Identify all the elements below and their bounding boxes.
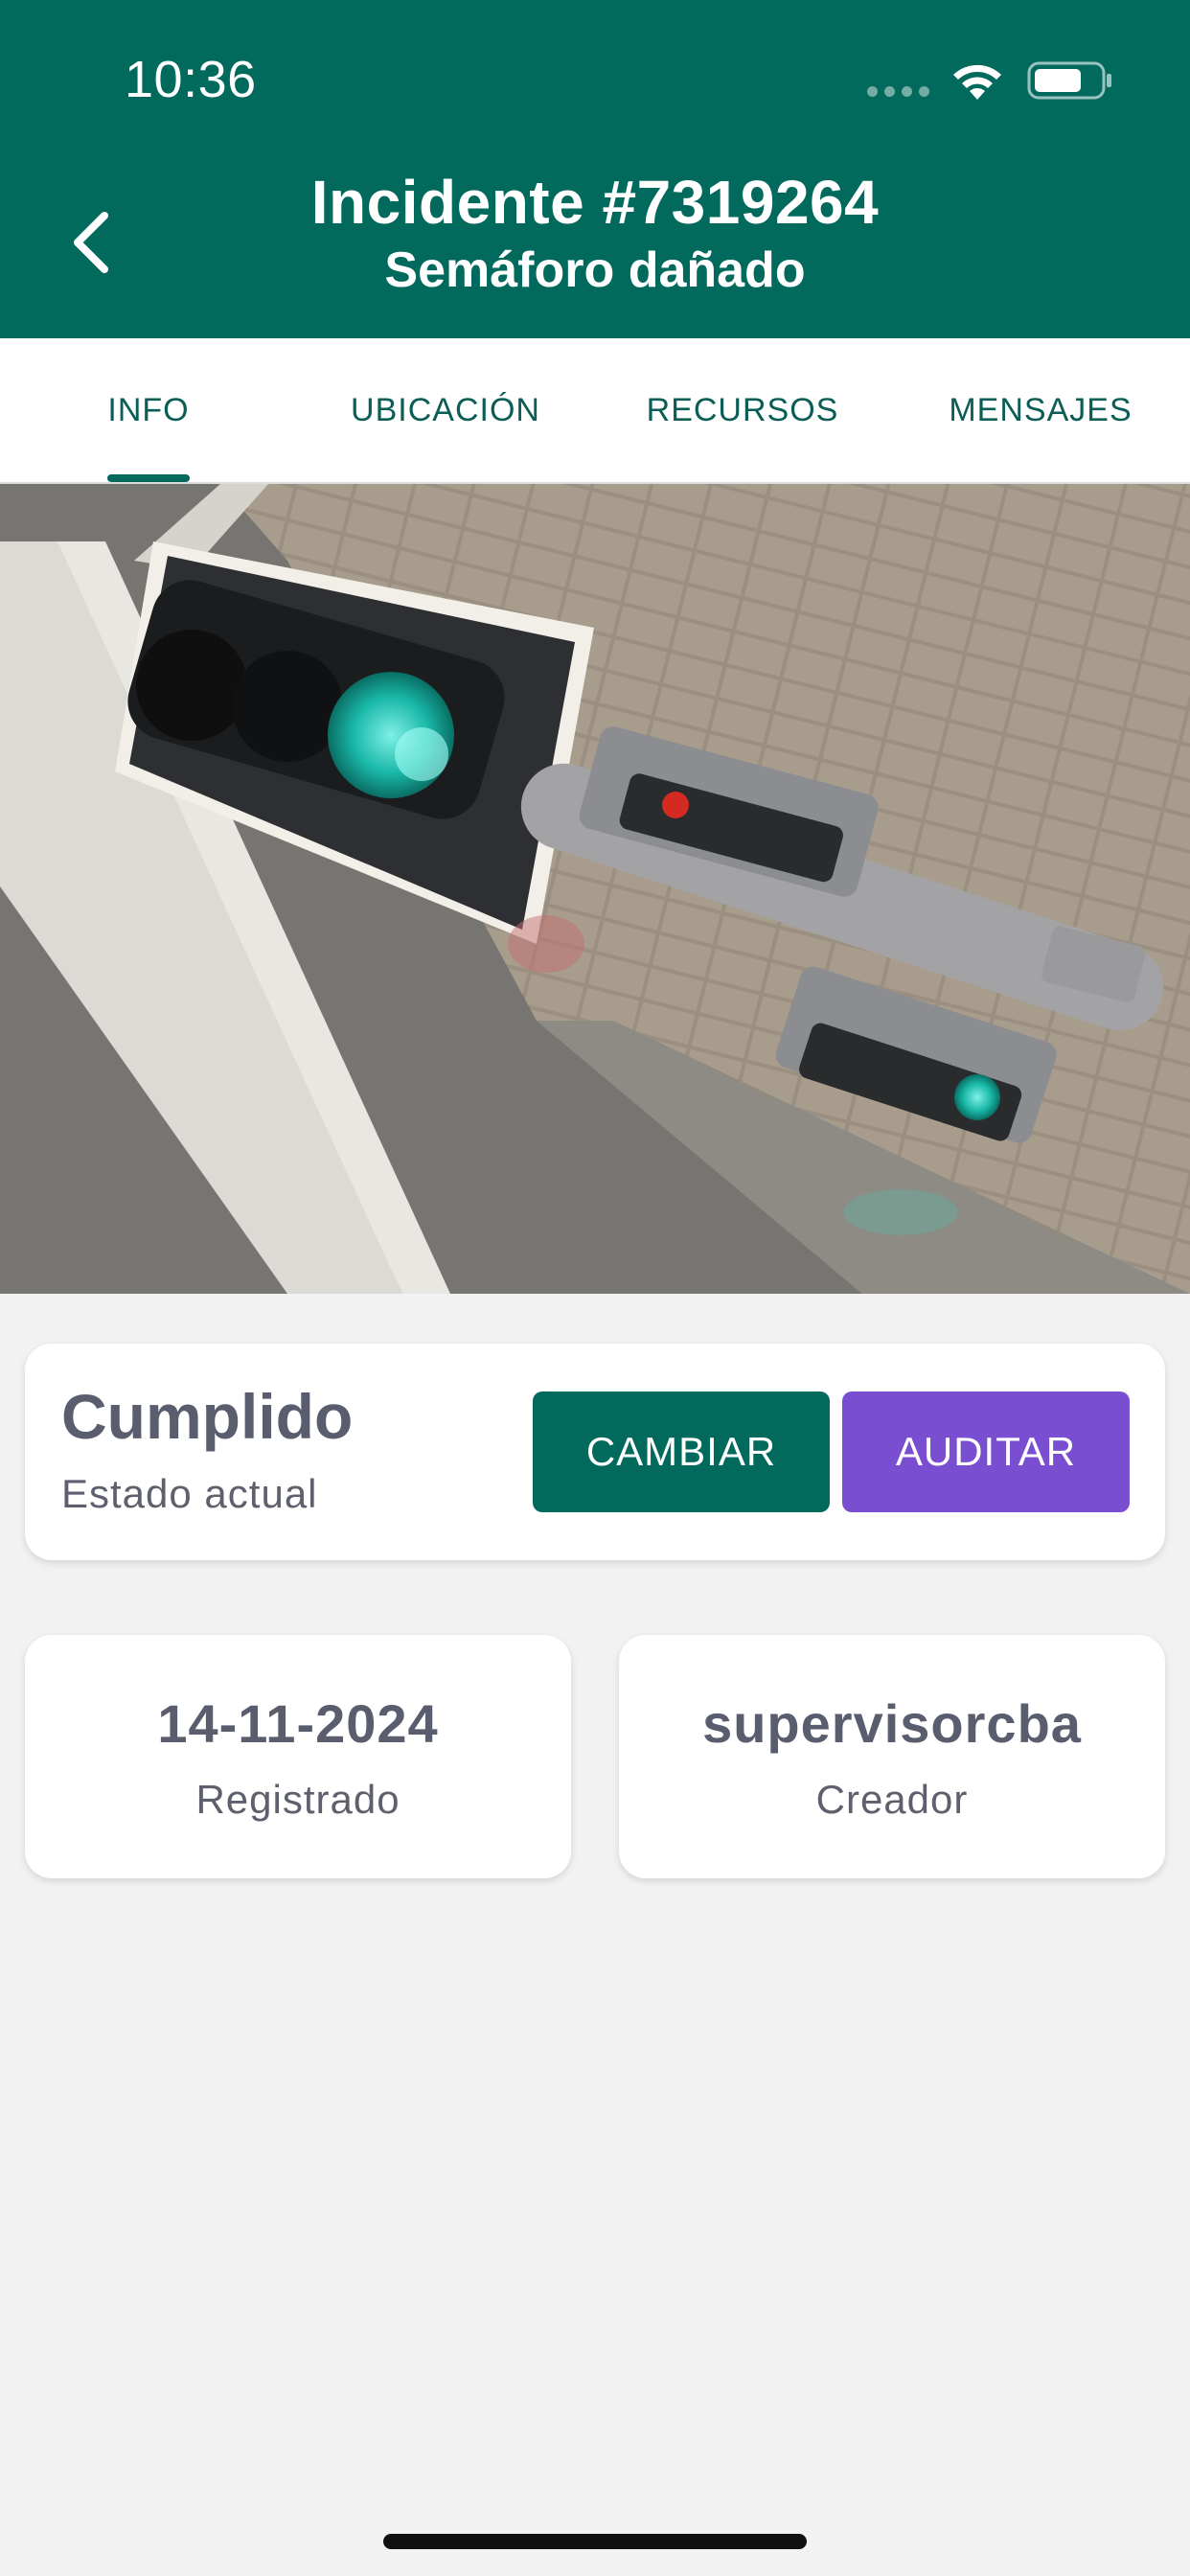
registered-date-label: Registrado (195, 1777, 400, 1822)
battery-icon (1027, 61, 1111, 100)
creator-value: supervisorcba (702, 1693, 1082, 1754)
app-header: 10:36 Incidente #7319264 Semáforo dañado (0, 0, 1190, 338)
tab-ubicacion[interactable]: UBICACIÓN (297, 338, 594, 482)
registered-date-card: 14-11-2024 Registrado (25, 1635, 571, 1878)
tab-bar: INFO UBICACIÓN RECURSOS MENSAJES (0, 338, 1190, 484)
active-tab-indicator (107, 474, 190, 482)
tab-info-label: INFO (107, 391, 190, 428)
creator-card: supervisorcba Creador (619, 1635, 1165, 1878)
tab-recursos-label: RECURSOS (646, 391, 839, 428)
tab-recursos[interactable]: RECURSOS (594, 338, 891, 482)
wifi-icon (953, 64, 1001, 100)
status-label: Estado actual (61, 1471, 318, 1516)
change-status-button[interactable]: CAMBIAR (533, 1392, 830, 1512)
creator-label: Creador (815, 1777, 969, 1822)
page-subtitle: Semáforo dañado (384, 242, 806, 298)
tab-mensajes[interactable]: MENSAJES (891, 338, 1190, 482)
tab-ubicacion-label: UBICACIÓN (351, 391, 540, 428)
audit-button[interactable]: AUDITAR (842, 1392, 1130, 1512)
tab-info[interactable]: INFO (0, 338, 297, 482)
cellular-signal-icon (867, 86, 929, 97)
page-title: Incidente #7319264 (310, 168, 880, 237)
fallen-traffic-light-image (0, 484, 1190, 1294)
incident-photo (0, 484, 1190, 1294)
status-value: Cumplido (61, 1381, 354, 1452)
status-card: Cumplido Estado actual CAMBIAR AUDITAR (25, 1344, 1165, 1560)
home-indicator (383, 2534, 807, 2549)
status-time: 10:36 (125, 51, 257, 108)
registered-date-value: 14-11-2024 (157, 1693, 439, 1754)
tab-mensajes-label: MENSAJES (949, 391, 1133, 428)
